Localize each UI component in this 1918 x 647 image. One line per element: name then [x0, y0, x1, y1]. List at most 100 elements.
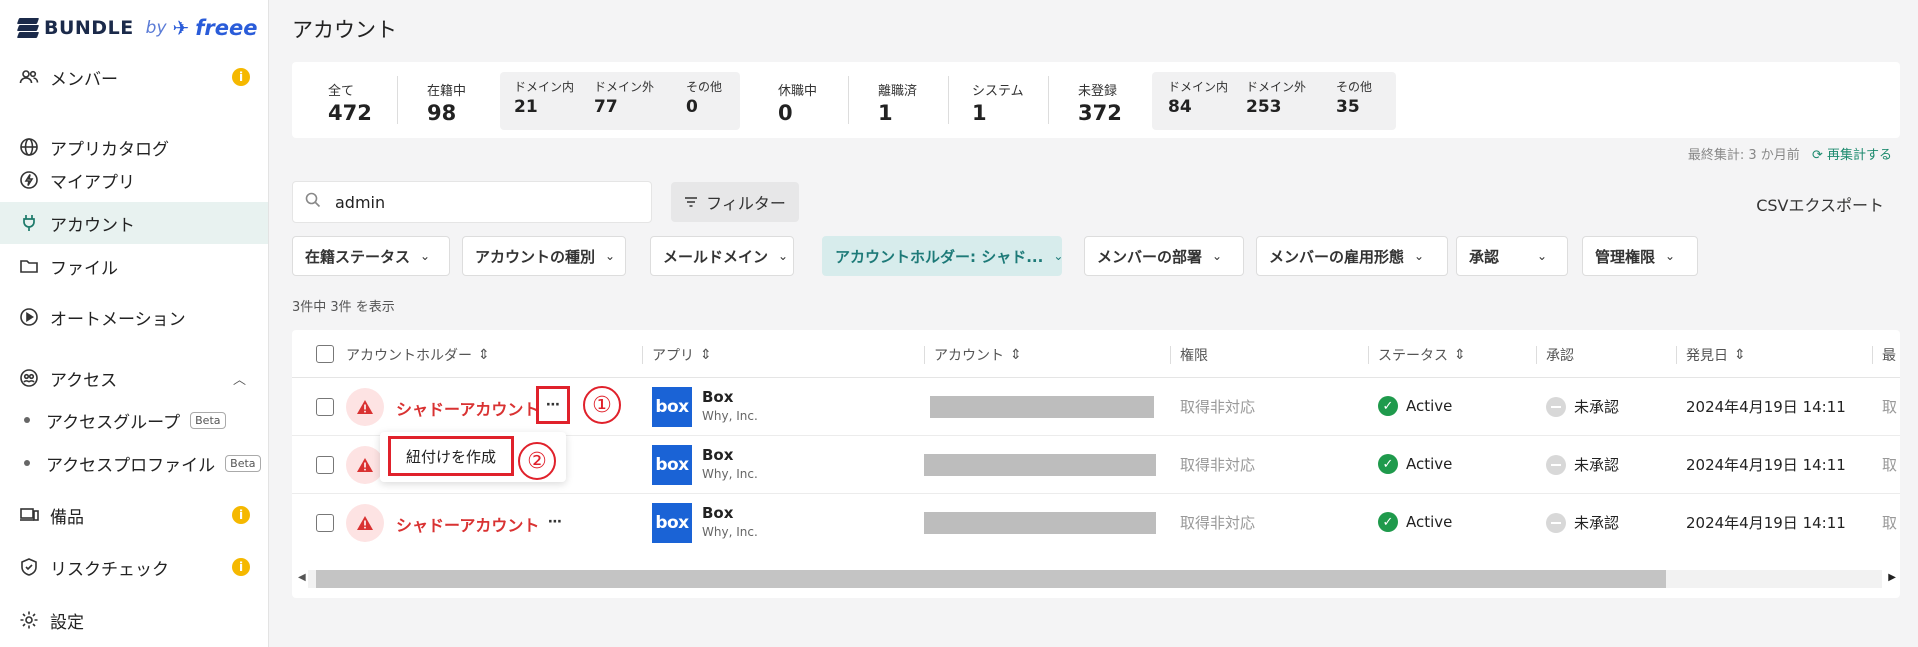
- scroll-right-icon[interactable]: ▶: [1888, 572, 1896, 583]
- freee-bird-icon: ✈: [172, 16, 190, 40]
- csv-export-button[interactable]: CSVエクスポート: [1756, 192, 1884, 216]
- stat-on-leave[interactable]: 休職中 0: [778, 80, 817, 125]
- brand-logo[interactable]: BUNDLE by ✈ freee: [16, 12, 258, 44]
- bundle-logo-icon: [16, 18, 40, 38]
- column-header-permission: 権限: [1180, 345, 1208, 365]
- chip-member-department[interactable]: メンバーの部署 ⌄: [1084, 236, 1244, 276]
- chip-label: 承認: [1469, 247, 1500, 266]
- column-header-account[interactable]: アカウント ⇕: [934, 345, 1022, 365]
- more-actions-icon[interactable]: ⋯: [542, 512, 568, 532]
- warning-icon: [346, 388, 384, 426]
- table-row[interactable]: シャドーアカウント ⋯ box Box Why, Inc. 取得非対応 ✓ Act…: [292, 378, 1900, 436]
- stat-unregistered-out-domain[interactable]: ドメイン外 253: [1246, 78, 1306, 117]
- refresh-icon: ⟳: [1811, 148, 1823, 163]
- row-checkbox[interactable]: [316, 514, 334, 532]
- app-name[interactable]: Box: [702, 446, 733, 464]
- stat-all[interactable]: 全て 472: [328, 80, 372, 125]
- sidebar-item-access-profiles[interactable]: アクセスプロファイル Beta: [0, 443, 268, 483]
- stat-system[interactable]: システム 1: [972, 80, 1024, 125]
- stat-unregistered-in-domain[interactable]: ドメイン内 84: [1168, 78, 1228, 117]
- sidebar-item-accounts[interactable]: アカウント: [0, 202, 268, 244]
- status-label: Active: [1406, 455, 1453, 473]
- filter-icon: [684, 193, 698, 212]
- column-header-status[interactable]: ステータス ⇕: [1378, 345, 1466, 365]
- stat-value: 1: [878, 101, 893, 125]
- sidebar-item-equipment[interactable]: 備品 i: [0, 494, 268, 536]
- sidebar-item-access[interactable]: アクセス ︿: [0, 357, 268, 399]
- account-holder-name[interactable]: シャドーアカウント: [396, 512, 539, 536]
- stat-value: 372: [1078, 101, 1122, 125]
- stat-enrolled-in-domain[interactable]: ドメイン内 21: [514, 78, 574, 117]
- chip-employment-type[interactable]: メンバーの雇用形態 ⌄: [1256, 236, 1448, 276]
- column-header-found-date[interactable]: 発見日 ⇕: [1686, 345, 1746, 365]
- stat-enrolled-other[interactable]: その他 0: [686, 78, 722, 117]
- account-holder-name[interactable]: シャドーアカウント: [396, 396, 539, 420]
- scroll-left-icon[interactable]: ◀: [298, 572, 306, 583]
- last-aggregated: 最終集計: 3 か月前: [1687, 148, 1800, 163]
- search-box[interactable]: [292, 181, 652, 223]
- stat-enrolled-out-domain[interactable]: ドメイン外 77: [594, 78, 654, 117]
- sidebar-item-label: アクセスグループ: [46, 412, 181, 433]
- stat-label: その他: [686, 80, 723, 94]
- sidebar-item-access-groups[interactable]: アクセスグループ Beta: [0, 400, 268, 440]
- divider: [948, 76, 949, 124]
- gear-icon: [18, 609, 40, 631]
- annotation-2: ②: [518, 442, 556, 480]
- chip-admin-rights[interactable]: 管理権限 ⌄: [1582, 236, 1698, 276]
- row-checkbox[interactable]: [316, 456, 334, 474]
- permission-value: 取得非対応: [1180, 514, 1256, 532]
- column-header-last[interactable]: 最: [1882, 345, 1896, 365]
- recalculate-label: 再集計する: [1826, 148, 1892, 163]
- stat-enrolled[interactable]: 在籍中 98: [427, 80, 466, 125]
- scroll-thumb[interactable]: [316, 570, 1666, 588]
- warning-icon: [346, 446, 384, 484]
- filter-button[interactable]: フィルター: [671, 182, 799, 222]
- stat-left[interactable]: 離職済 1: [878, 80, 917, 125]
- recalc-info: 最終集計: 3 か月前 ⟳ 再集計する: [1688, 144, 1892, 163]
- stat-unregistered-other[interactable]: その他 35: [1336, 78, 1372, 117]
- brand-by: by: [145, 18, 167, 38]
- app-name[interactable]: Box: [702, 504, 733, 522]
- sidebar-item-automation[interactable]: オートメーション: [0, 296, 268, 338]
- create-link-menu-item[interactable]: 紐付けを作成: [388, 436, 514, 476]
- stat-label: 全て: [328, 84, 355, 99]
- sort-icon: ⇕: [1454, 347, 1466, 363]
- app-company: Why, Inc.: [702, 467, 758, 481]
- sidebar: BUNDLE by ✈ freee メンバー i アプリカタログ マイアプリ ア…: [0, 0, 269, 647]
- box-app-icon: box: [652, 503, 692, 543]
- chip-mail-domain[interactable]: メールドメイン ⌄: [650, 236, 794, 276]
- sort-icon: ⇕: [700, 347, 712, 363]
- column-header-holder[interactable]: アカウントホルダー ⇕: [346, 345, 490, 365]
- stat-unregistered[interactable]: 未登録 372: [1078, 80, 1122, 125]
- chip-account-type[interactable]: アカウントの種別 ⌄: [462, 236, 626, 276]
- chip-account-holder[interactable]: アカウントホルダー: シャド... ⌄: [822, 236, 1062, 276]
- column-label: 承認: [1546, 348, 1574, 364]
- found-date: 2024年4月19日 14:11: [1686, 456, 1846, 474]
- chip-approval[interactable]: 承認 ⌄: [1456, 236, 1568, 276]
- sidebar-item-risk-check[interactable]: リスクチェック i: [0, 546, 268, 588]
- info-icon: i: [232, 558, 250, 576]
- sidebar-item-members[interactable]: メンバー i: [0, 56, 268, 98]
- column-header-app[interactable]: アプリ ⇕: [652, 345, 712, 365]
- unregistered-breakdown: ドメイン内 84 ドメイン外 253 その他 35: [1152, 72, 1396, 130]
- table-row[interactable]: シャドーアカウント ⋯ box Box Why, Inc. 取得非対応 ✓ Act…: [292, 494, 1900, 552]
- sidebar-item-my-apps[interactable]: マイアプリ: [0, 159, 268, 201]
- sidebar-item-files[interactable]: ファイル: [0, 245, 268, 287]
- search-input[interactable]: [335, 192, 615, 212]
- chip-enrollment-status[interactable]: 在籍ステータス ⌄: [292, 236, 450, 276]
- enrolled-breakdown: ドメイン内 21 ドメイン外 77 その他 0: [500, 72, 740, 130]
- stat-label: システム: [972, 84, 1024, 99]
- chevron-down-icon: ⌄: [420, 249, 431, 263]
- sidebar-item-label: 設定: [50, 612, 84, 633]
- chevron-up-icon[interactable]: ︿: [233, 369, 246, 388]
- sidebar-item-settings[interactable]: 設定: [0, 599, 268, 641]
- more-actions-icon[interactable]: ⋯: [536, 386, 570, 424]
- row-checkbox[interactable]: [316, 398, 334, 416]
- recalculate-link[interactable]: ⟳ 再集計する: [1812, 148, 1892, 163]
- stat-label: 離職済: [878, 84, 918, 99]
- app-name[interactable]: Box: [702, 388, 733, 406]
- select-all-checkbox[interactable]: [316, 345, 334, 363]
- minus-circle-icon: [1546, 512, 1566, 533]
- column-label: 最: [1882, 348, 1896, 364]
- horizontal-scrollbar[interactable]: ◀ ▶: [292, 566, 1900, 588]
